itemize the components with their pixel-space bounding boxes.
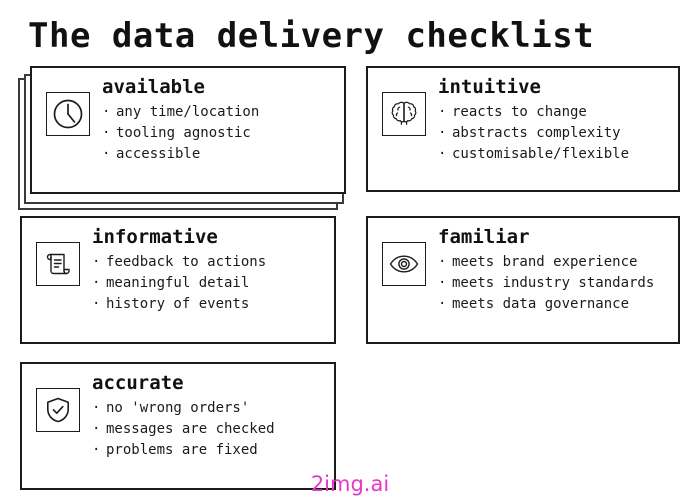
icon-wrap-informative xyxy=(36,242,80,286)
list-item-label: any time/location xyxy=(116,103,260,120)
list-item-label: meaningful detail xyxy=(106,275,250,292)
list-item-label: problems are fixed xyxy=(106,442,258,459)
card-intuitive[interactable]: intuitive · reacts to change · abstracts c… xyxy=(366,66,680,192)
list-item: · customisable/flexible xyxy=(438,144,670,165)
list-item: · problems are fixed xyxy=(92,440,326,461)
list-item-label: tooling agnostic xyxy=(116,125,251,142)
list-item: · meets data governance xyxy=(438,294,670,315)
list-item: · messages are checked xyxy=(92,419,326,440)
list-item-label: meets industry standards xyxy=(452,275,655,292)
list-item: · abstracts complexity xyxy=(438,123,670,144)
bullet-dot: · xyxy=(92,253,101,270)
bullet-dot: · xyxy=(102,103,111,120)
icon-wrap-accurate xyxy=(36,388,80,432)
eye-icon xyxy=(382,242,426,286)
list-item: · history of events xyxy=(92,294,326,315)
list-item-label: meets brand experience xyxy=(452,253,638,270)
icon-wrap-familiar xyxy=(382,242,426,286)
bullet-dot: · xyxy=(102,146,111,163)
card-heading-accurate: accurate xyxy=(92,372,184,394)
list-item-label: customisable/flexible xyxy=(452,146,630,163)
card-heading-familiar: familiar xyxy=(438,226,530,248)
list-item: · reacts to change xyxy=(438,102,670,123)
bullet-dot: · xyxy=(92,275,101,292)
bullet-dot: · xyxy=(438,275,447,292)
list-item-label: messages are checked xyxy=(106,421,275,438)
clock-icon xyxy=(46,92,90,136)
card-bullets-familiar: · meets brand experience · meets industry … xyxy=(438,252,670,316)
card-heading-available: available xyxy=(102,76,205,98)
list-item: · tooling agnostic xyxy=(102,123,336,144)
icon-wrap-intuitive xyxy=(382,92,426,136)
list-item-label: history of events xyxy=(106,296,250,313)
list-item: · meets industry standards xyxy=(438,273,670,294)
list-item: · meaningful detail xyxy=(92,273,326,294)
list-item-label: accessible xyxy=(116,146,201,163)
card-accurate[interactable]: accurate · no 'wrong orders' · messages ar… xyxy=(20,362,336,490)
card-bullets-available: · any time/location · tooling agnostic · ac… xyxy=(102,102,336,166)
list-item-label: feedback to actions xyxy=(106,253,267,270)
bullet-dot: · xyxy=(438,125,447,142)
list-item: · accessible xyxy=(102,144,336,165)
page-title: The data delivery checklist xyxy=(28,16,595,56)
list-item-label: no 'wrong orders' xyxy=(106,399,250,416)
card-bullets-intuitive: · reacts to change · abstracts complexity … xyxy=(438,102,670,166)
list-item: · feedback to actions xyxy=(92,252,326,273)
list-item: · no 'wrong orders' xyxy=(92,398,326,419)
list-item: · meets brand experience xyxy=(438,252,670,273)
bullet-dot: · xyxy=(92,296,101,313)
card-bullets-accurate: · no 'wrong orders' · messages are checked… xyxy=(92,398,326,462)
list-item: · any time/location xyxy=(102,102,336,123)
card-available[interactable]: available · any time/location · tooling ag… xyxy=(30,66,346,194)
list-item-label: abstracts complexity xyxy=(452,125,621,142)
list-item-label: reacts to change xyxy=(452,103,587,120)
card-heading-intuitive: intuitive xyxy=(438,76,541,98)
bullet-dot: · xyxy=(92,421,101,438)
card-heading-informative: informative xyxy=(92,226,218,248)
watermark: 2img.ai xyxy=(310,472,390,496)
bullet-dot: · xyxy=(102,125,111,142)
brain-icon xyxy=(382,92,426,136)
card-informative[interactable]: informative · feedback to actions · meanin… xyxy=(20,216,336,344)
card-bullets-informative: · feedback to actions · meaningful detail … xyxy=(92,252,326,316)
bullet-dot: · xyxy=(438,146,447,163)
bullet-dot: · xyxy=(92,399,101,416)
bullet-dot: · xyxy=(438,103,447,120)
checklist-infographic: The data delivery checklist available · a… xyxy=(0,0,700,500)
list-item-label: meets data governance xyxy=(452,296,630,313)
card-familiar[interactable]: familiar · meets brand experience · meets … xyxy=(366,216,680,344)
scroll-icon xyxy=(36,242,80,286)
shield-check-icon xyxy=(36,388,80,432)
bullet-dot: · xyxy=(92,442,101,459)
bullet-dot: · xyxy=(438,296,447,313)
bullet-dot: · xyxy=(438,253,447,270)
icon-wrap-available xyxy=(46,92,90,136)
